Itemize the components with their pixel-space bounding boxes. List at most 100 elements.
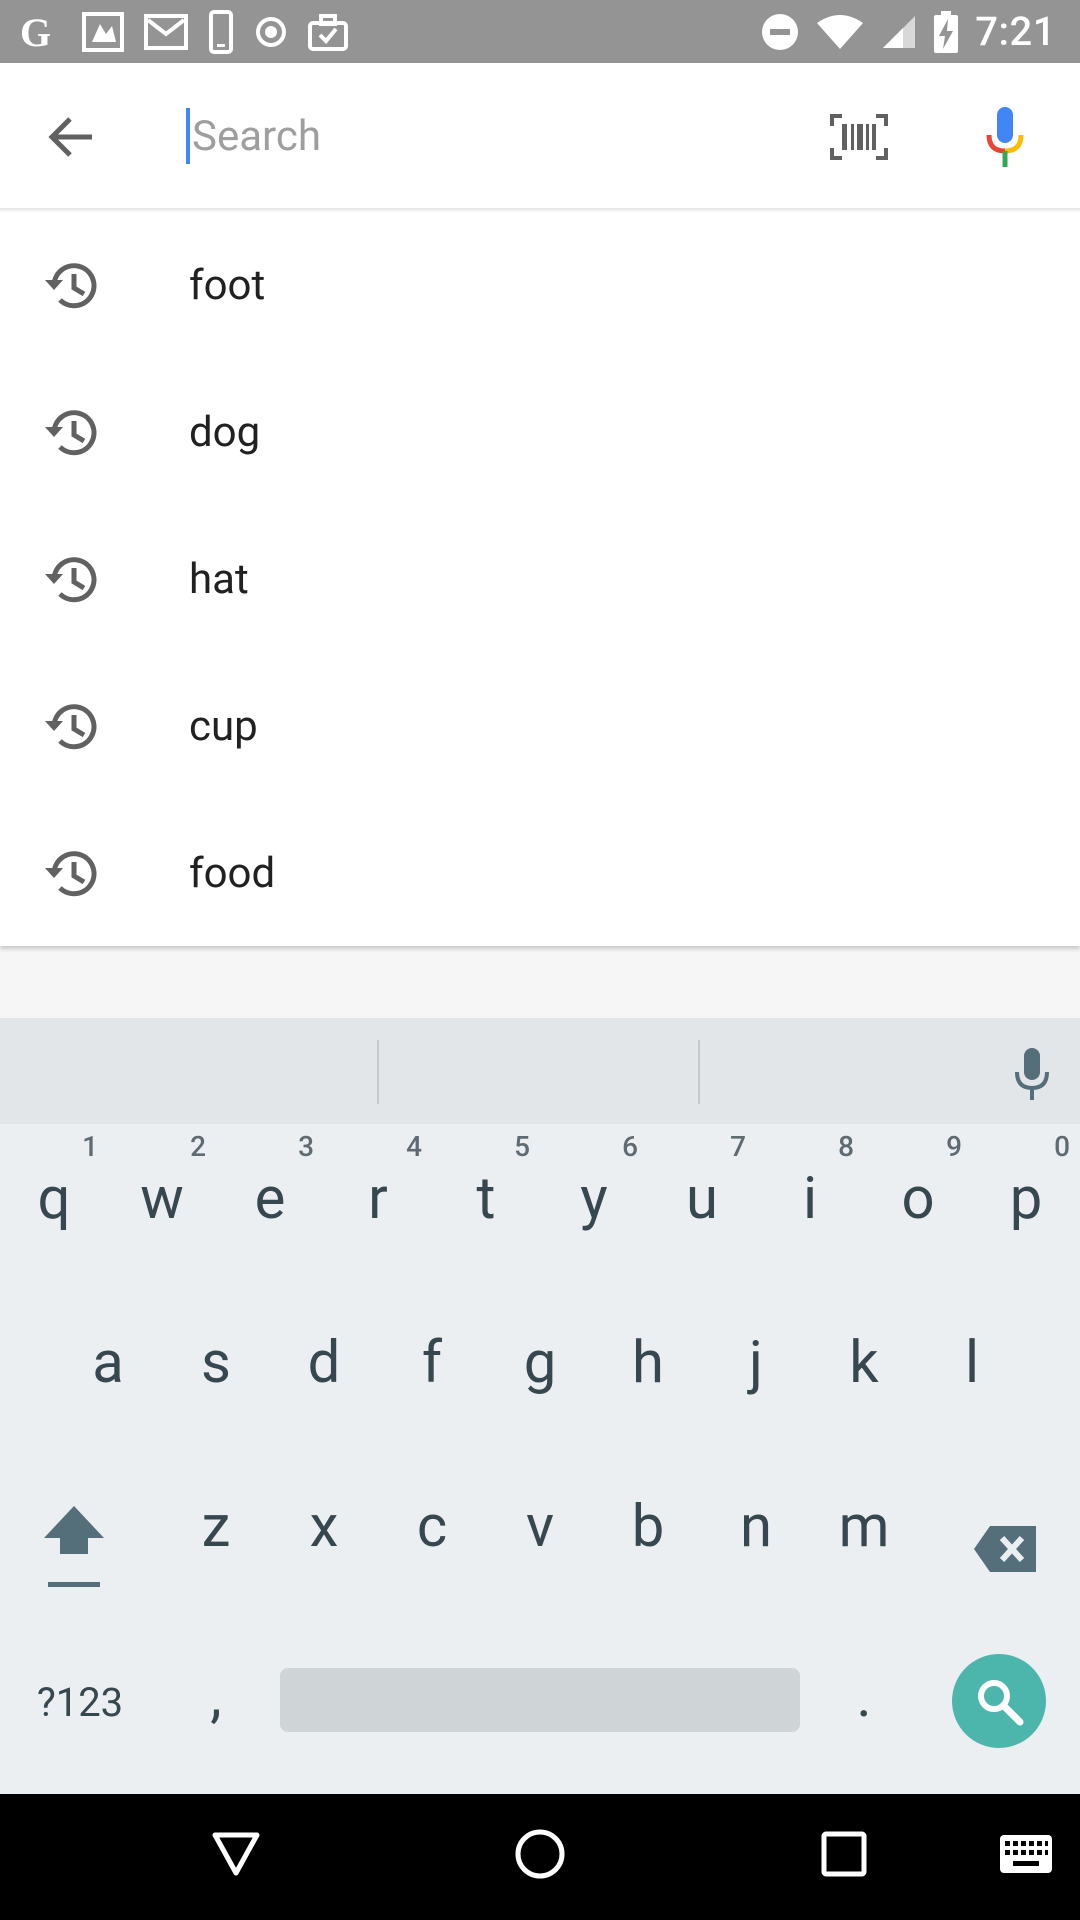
suggestions-list: foot dog hat cup food: [0, 212, 1080, 946]
key-label: y: [580, 1165, 608, 1233]
strip-divider: [698, 1040, 700, 1104]
suggestion-item[interactable]: foot: [0, 212, 1080, 359]
key-i[interactable]: 8i: [756, 1124, 864, 1274]
suggestion-item[interactable]: cup: [0, 653, 1080, 800]
key-label: ,: [210, 1663, 222, 1731]
recents-square-icon: [821, 1831, 867, 1877]
key-z[interactable]: z: [162, 1452, 270, 1602]
history-icon: [42, 552, 102, 608]
key-label: d: [307, 1329, 341, 1397]
gmail-icon: [144, 13, 188, 50]
key-b[interactable]: b: [594, 1452, 702, 1602]
key-number-hint: 3: [298, 1130, 314, 1163]
key-label: x: [309, 1493, 339, 1561]
key-g[interactable]: g: [486, 1288, 594, 1438]
nav-home-button[interactable]: [510, 1824, 570, 1884]
key-label: e: [254, 1165, 286, 1233]
status-bar: G 7:21: [0, 0, 1080, 63]
key-y[interactable]: 6y: [540, 1124, 648, 1274]
key-label: t: [476, 1165, 496, 1233]
barcode-scan-button[interactable]: [826, 107, 892, 167]
key-label: ?123: [36, 1679, 124, 1726]
space-key[interactable]: [280, 1668, 800, 1732]
navigation-bar: [0, 1794, 1080, 1920]
suggestion-item[interactable]: dog: [0, 359, 1080, 506]
symbols-key[interactable]: ?123: [20, 1616, 140, 1766]
key-h[interactable]: h: [594, 1288, 702, 1438]
keyboard-voice-button[interactable]: [1004, 1044, 1060, 1104]
google-mic-icon: [986, 107, 1024, 167]
key-u[interactable]: 7u: [648, 1124, 756, 1274]
key-k[interactable]: k: [810, 1288, 918, 1438]
key-label: n: [739, 1493, 773, 1561]
suggestion-item[interactable]: food: [0, 800, 1080, 947]
key-n[interactable]: n: [702, 1452, 810, 1602]
history-icon: [42, 258, 102, 314]
key-m[interactable]: m: [810, 1452, 918, 1602]
key-number-hint: 9: [946, 1130, 962, 1163]
key-f[interactable]: f: [378, 1288, 486, 1438]
search-icon: [978, 1680, 1024, 1726]
nav-recents-button[interactable]: [814, 1824, 874, 1884]
back-button[interactable]: [40, 107, 100, 167]
key-label: c: [416, 1493, 448, 1561]
briefcase-icon: [308, 13, 348, 51]
key-j[interactable]: j: [702, 1288, 810, 1438]
soft-keyboard: 1q 2w 3e 4r 5t 6y 7u 8i 9o 0p a s d f g …: [0, 1018, 1080, 1794]
key-p[interactable]: 0p: [972, 1124, 1080, 1274]
key-q[interactable]: 1q: [0, 1124, 108, 1274]
key-e[interactable]: 3e: [216, 1124, 324, 1274]
keyboard-switch-button[interactable]: [996, 1830, 1056, 1878]
key-t[interactable]: 5t: [432, 1124, 540, 1274]
status-time: 7:21: [975, 8, 1056, 55]
key-s[interactable]: s: [162, 1288, 270, 1438]
search-field[interactable]: [186, 103, 786, 169]
battery-charging-icon: [933, 10, 959, 53]
home-circle-icon: [515, 1829, 565, 1879]
key-number-hint: 1: [82, 1130, 98, 1163]
history-icon: [42, 846, 102, 902]
key-r[interactable]: 4r: [324, 1124, 432, 1274]
key-label: m: [838, 1493, 890, 1561]
search-input[interactable]: [192, 111, 752, 161]
suggestion-label: food: [189, 849, 276, 898]
key-label: z: [201, 1493, 231, 1561]
nav-back-button[interactable]: [206, 1824, 266, 1884]
target-icon: [254, 15, 288, 49]
backspace-key[interactable]: [950, 1452, 1060, 1602]
svg-text:G: G: [20, 12, 51, 52]
comma-key[interactable]: ,: [162, 1616, 270, 1766]
text-cursor: [186, 108, 190, 164]
key-c[interactable]: c: [378, 1452, 486, 1602]
key-w[interactable]: 2w: [108, 1124, 216, 1274]
history-icon: [42, 699, 102, 755]
status-right-icons: 7:21: [745, 8, 1056, 55]
key-l[interactable]: l: [918, 1288, 1026, 1438]
key-label: g: [523, 1329, 557, 1397]
shift-icon: [44, 1506, 104, 1587]
key-label: j: [749, 1329, 763, 1397]
voice-search-button[interactable]: [980, 101, 1030, 173]
suggestion-label: cup: [189, 702, 258, 751]
shift-key[interactable]: [20, 1452, 130, 1602]
period-key[interactable]: .: [810, 1616, 918, 1766]
keyboard-search-key[interactable]: [952, 1654, 1046, 1748]
key-x[interactable]: x: [270, 1452, 378, 1602]
keyboard-suggestion-strip: [0, 1018, 1080, 1124]
key-number-hint: 8: [838, 1130, 854, 1163]
cell-signal-icon: [881, 14, 917, 50]
suggestion-item[interactable]: hat: [0, 506, 1080, 653]
suggestion-label: foot: [189, 261, 266, 310]
key-number-hint: 4: [406, 1130, 422, 1163]
phone-icon: [208, 9, 234, 54]
key-a[interactable]: a: [54, 1288, 162, 1438]
history-icon: [42, 405, 102, 461]
key-label: u: [686, 1165, 718, 1233]
key-d[interactable]: d: [270, 1288, 378, 1438]
key-number-hint: 7: [730, 1130, 746, 1163]
key-v[interactable]: v: [486, 1452, 594, 1602]
do-not-disturb-icon: [761, 13, 799, 51]
key-o[interactable]: 9o: [864, 1124, 972, 1274]
key-label: o: [901, 1165, 935, 1233]
key-label: h: [632, 1329, 664, 1397]
